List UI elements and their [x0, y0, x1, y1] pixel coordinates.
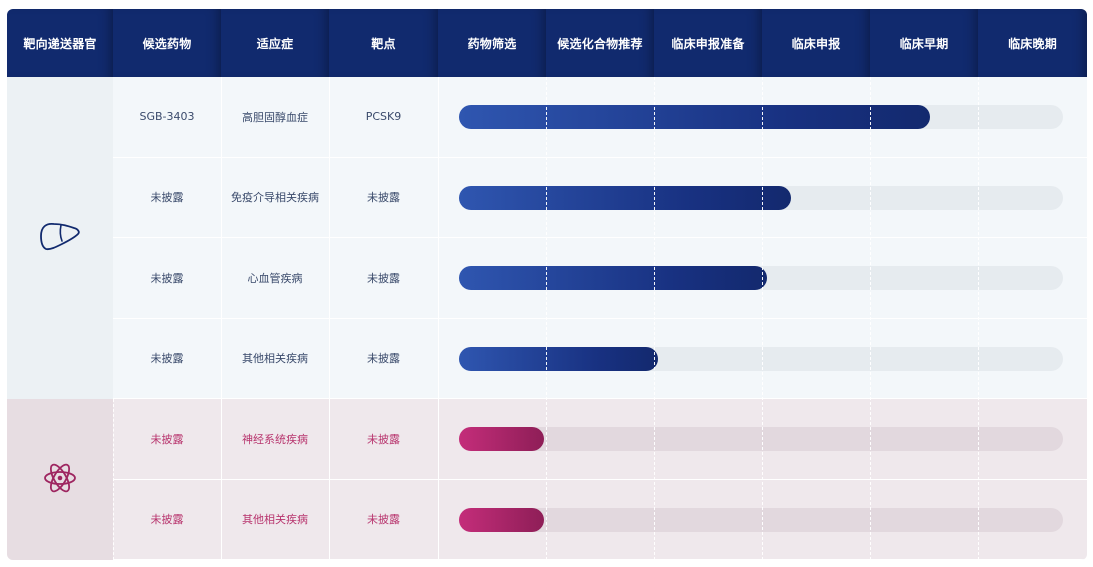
- column-separator: [438, 479, 439, 559]
- progress-track: [459, 346, 1063, 371]
- column-separator: [438, 77, 439, 157]
- organ-cell-liver: [7, 77, 113, 399]
- indication-cell: 其他相关疾病: [242, 352, 308, 366]
- candidate-cell: 未披露: [150, 191, 184, 205]
- indication-cell: 其他相关疾病: [242, 513, 308, 527]
- progress-bar: [459, 346, 659, 371]
- header-organ: 靶向递送器官: [7, 9, 113, 77]
- indication-cell: 免疫介导相关疾病: [231, 191, 319, 205]
- candidate-cell: 未披露: [150, 271, 184, 285]
- atom-icon: [42, 460, 78, 500]
- progress-track: [459, 185, 1063, 210]
- organ-cell-neuro: [7, 399, 113, 560]
- candidate-cell: 未披露: [150, 352, 184, 366]
- target-cell: 未披露: [367, 432, 400, 446]
- header-clinical-filing: 临床申报: [762, 9, 870, 77]
- header-target: 靶点: [329, 9, 438, 77]
- column-separator: [329, 77, 330, 157]
- liver-icon: [38, 219, 82, 257]
- target-cell: 未披露: [367, 191, 400, 205]
- progress-track: [459, 427, 1063, 452]
- target-cell: PCSK9: [365, 110, 402, 124]
- header-clinical-late: 临床晚期: [978, 9, 1087, 77]
- table-row: 未披露 神经系统疾病 未披露: [113, 399, 1087, 480]
- table-row: 未披露 其他相关疾病 未披露: [113, 479, 1087, 560]
- column-separator: [221, 399, 222, 479]
- indication-cell: 高胆固醇血症: [242, 110, 308, 124]
- column-separator: [329, 238, 330, 318]
- progress-bar: [459, 427, 544, 452]
- candidate-cell: 未披露: [150, 432, 184, 446]
- table-row: 未披露 免疫介导相关疾病 未披露: [113, 157, 1087, 238]
- candidate-cell: 未披露: [150, 513, 184, 527]
- target-cell: 未披露: [367, 513, 400, 527]
- table-header: 靶向递送器官 候选药物 适应症 靶点 药物筛选 候选化合物推荐 临床申报准备 临…: [7, 9, 1087, 77]
- progress-bar: [459, 185, 792, 210]
- progress-bar: [459, 266, 768, 291]
- column-separator: [221, 238, 222, 318]
- candidate-cell: SGB-3403: [139, 110, 195, 124]
- pipeline-table: 靶向递送器官 候选药物 适应症 靶点 药物筛选 候选化合物推荐 临床申报准备 临…: [7, 9, 1087, 560]
- column-separator: [221, 479, 222, 559]
- header-clinical-early: 临床早期: [870, 9, 978, 77]
- header-indication: 适应症: [221, 9, 329, 77]
- table-row: 未披露 其他相关疾病 未披露: [113, 318, 1087, 399]
- column-separator: [329, 479, 330, 559]
- header-candidate: 候选药物: [113, 9, 221, 77]
- indication-cell: 心血管疾病: [247, 271, 303, 285]
- progress-bar: [459, 105, 931, 130]
- column-separator: [329, 157, 330, 237]
- table-row: 未披露 心血管疾病 未披露: [113, 238, 1087, 319]
- column-separator: [438, 399, 439, 479]
- column-separator: [221, 77, 222, 157]
- progress-track: [459, 507, 1063, 532]
- column-separator: [329, 399, 330, 479]
- indication-cell: 神经系统疾病: [242, 432, 308, 446]
- column-separator: [329, 318, 330, 398]
- header-drug-screening: 药物筛选: [438, 9, 546, 77]
- progress-track: [459, 105, 1063, 130]
- column-separator: [221, 157, 222, 237]
- progress-track: [459, 266, 1063, 291]
- header-candidate-recommendation: 候选化合物推荐: [546, 9, 654, 77]
- column-separator: [221, 318, 222, 398]
- table-row: SGB-3403 高胆固醇血症 PCSK9: [113, 77, 1087, 158]
- column-separator: [438, 157, 439, 237]
- target-cell: 未披露: [367, 271, 400, 285]
- target-cell: 未披露: [367, 352, 400, 366]
- progress-bar: [459, 507, 544, 532]
- header-clinical-prep: 临床申报准备: [654, 9, 762, 77]
- column-separator: [438, 318, 439, 398]
- column-separator: [438, 238, 439, 318]
